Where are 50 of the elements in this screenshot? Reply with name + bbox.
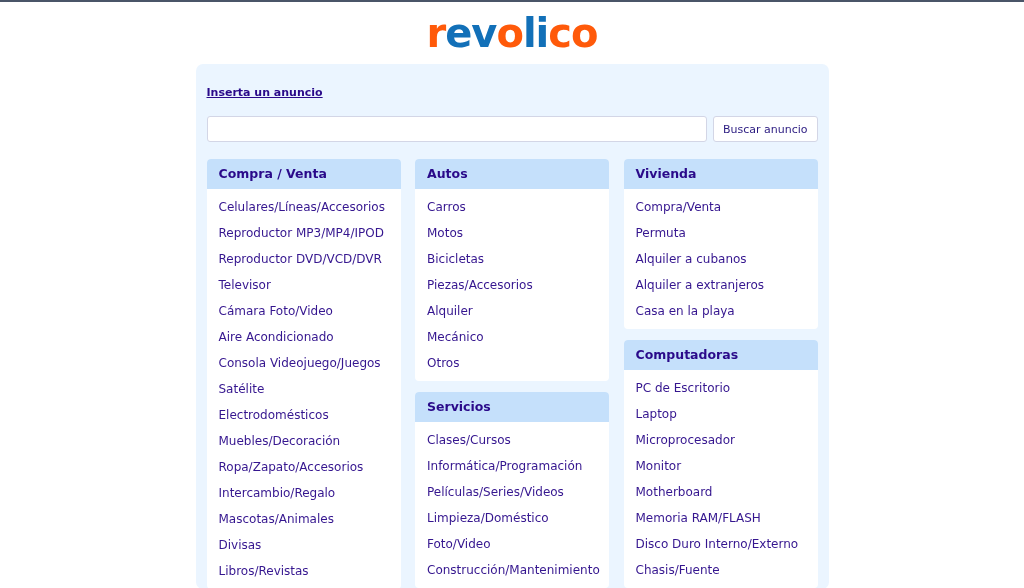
category-heading: Computadoras: [623, 340, 818, 370]
category-link[interactable]: Construcción/Mantenimiento: [427, 557, 600, 583]
category-link[interactable]: Alquiler a cubanos: [635, 246, 747, 272]
category-link[interactable]: Reproductor DVD/VCD/DVR: [218, 246, 382, 272]
category-link[interactable]: Mecánico: [427, 324, 484, 350]
category-link[interactable]: Memoria RAM/FLASH: [635, 505, 761, 531]
category-link[interactable]: Alquiler a extranjeros: [635, 272, 765, 298]
category-link[interactable]: Consola Videojuego/Juegos: [218, 350, 381, 376]
category-link[interactable]: Películas/Series/Videos: [427, 479, 564, 505]
category-link[interactable]: Mascotas/Animales: [218, 506, 334, 532]
category-link[interactable]: Reproductor MP3/MP4/IPOD: [218, 220, 384, 246]
category-link[interactable]: Piezas/Accesorios: [427, 272, 533, 298]
category-link[interactable]: Motherboard: [635, 479, 713, 505]
category-link[interactable]: Bicicletas: [427, 246, 485, 272]
category-link[interactable]: Clases/Cursos: [427, 427, 511, 453]
category-link[interactable]: Limpieza/Doméstico: [427, 505, 549, 531]
category-link[interactable]: Electrodomésticos: [218, 402, 329, 428]
insert-ad-link[interactable]: Inserta un anuncio: [206, 86, 323, 99]
category-link[interactable]: Divisas: [218, 532, 262, 558]
category-heading: Servicios: [415, 392, 609, 422]
category-link[interactable]: Satélite: [218, 376, 265, 402]
category-link[interactable]: Cámara Foto/Video: [218, 298, 333, 324]
category-link[interactable]: Alquiler: [427, 298, 473, 324]
category-link[interactable]: Ropa/Zapato/Accesorios: [218, 454, 364, 480]
category-link[interactable]: Chasis/Fuente: [635, 557, 720, 583]
logo[interactable]: revolico: [426, 11, 598, 55]
category-link[interactable]: Laptop: [635, 401, 677, 427]
category-link[interactable]: Carros: [427, 194, 466, 220]
category-link[interactable]: Informática/Programación: [427, 453, 583, 479]
category-heading: Autos: [415, 159, 609, 189]
category-link[interactable]: Motos: [427, 220, 463, 246]
category-link[interactable]: Monitor: [635, 453, 682, 479]
category-link[interactable]: Permuta: [635, 220, 686, 246]
category-link[interactable]: Casa en la playa: [635, 298, 735, 324]
category-link[interactable]: Disco Duro Interno/Externo: [635, 531, 799, 557]
category-heading: Vivienda: [623, 159, 818, 189]
category-link[interactable]: Microprocesador: [635, 427, 735, 453]
category-link[interactable]: Foto/Video: [427, 531, 491, 557]
category-link[interactable]: PC de Escritorio: [635, 375, 731, 401]
category-link[interactable]: Compra/Venta: [635, 194, 722, 220]
category-heading: Compra / Venta: [206, 159, 401, 189]
category-link[interactable]: Televisor: [218, 272, 271, 298]
search-field[interactable]: [206, 116, 707, 142]
category-link[interactable]: Aire Acondicionado: [218, 324, 334, 350]
category-link[interactable]: Intercambio/Regalo: [218, 480, 336, 506]
category-link[interactable]: Celulares/Líneas/Accesorios: [218, 194, 385, 220]
search-button[interactable]: Buscar anuncio: [712, 116, 818, 142]
category-link[interactable]: Muebles/Decoración: [218, 428, 341, 454]
category-link[interactable]: Otros: [427, 350, 460, 376]
category-link[interactable]: Libros/Revistas: [218, 558, 309, 584]
